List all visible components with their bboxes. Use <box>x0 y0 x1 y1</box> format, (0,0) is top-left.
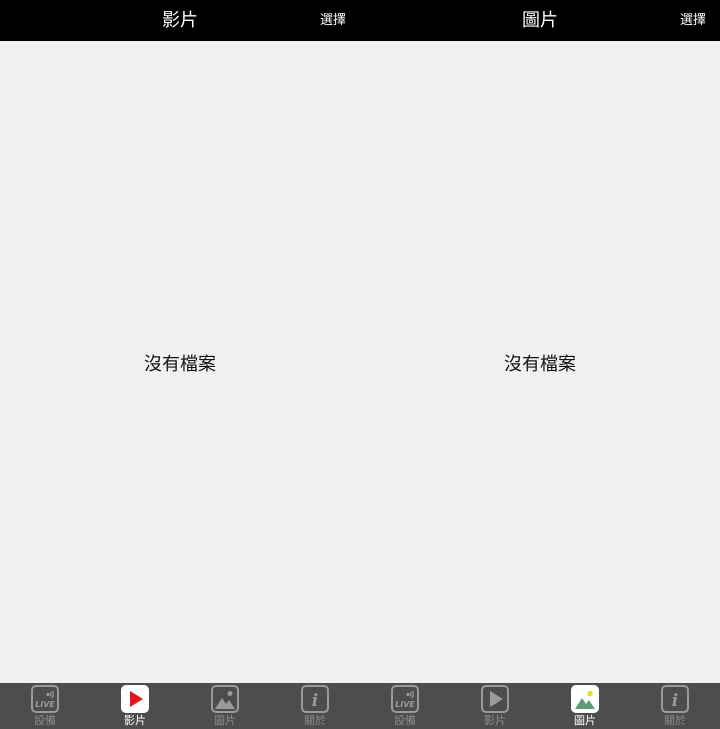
tab-label: 圖片 <box>574 714 596 727</box>
info-icon: i <box>661 685 689 713</box>
tab-devices[interactable]: LIVE 設備 <box>360 683 450 729</box>
pictures-screen: 圖片 選擇 沒有檔案 LIVE 設備 影片 圖片 i 關於 <box>360 0 720 729</box>
info-icon: i <box>301 685 329 713</box>
top-nav-bar: 圖片 選擇 <box>360 0 720 41</box>
tab-label: 關於 <box>664 714 686 727</box>
svg-text:i: i <box>312 691 318 711</box>
image-icon <box>211 685 239 713</box>
tab-label: 設備 <box>394 714 416 727</box>
page-title: 影片 <box>162 10 198 31</box>
select-button[interactable]: 選擇 <box>680 0 706 41</box>
bottom-tab-bar: LIVE 設備 影片 圖片 i 關於 <box>0 683 360 729</box>
page-title: 圖片 <box>522 10 558 31</box>
empty-state-text: 沒有檔案 <box>504 354 576 375</box>
play-icon <box>121 685 149 713</box>
tab-videos[interactable]: 影片 <box>90 683 180 729</box>
live-icon: LIVE <box>391 685 419 713</box>
videos-screen: 影片 選擇 沒有檔案 LIVE 設備 影片 圖片 i 關於 <box>0 0 360 729</box>
live-icon: LIVE <box>31 685 59 713</box>
svg-text:LIVE: LIVE <box>395 700 415 709</box>
tab-label: 影片 <box>484 714 506 727</box>
tab-videos[interactable]: 影片 <box>450 683 540 729</box>
tab-about[interactable]: i 關於 <box>630 683 720 729</box>
tab-label: 影片 <box>124 714 146 727</box>
tab-about[interactable]: i 關於 <box>270 683 360 729</box>
tab-label: 圖片 <box>214 714 236 727</box>
tab-pictures[interactable]: 圖片 <box>540 683 630 729</box>
tab-label: 關於 <box>304 714 326 727</box>
tab-label: 設備 <box>34 714 56 727</box>
image-icon <box>571 685 599 713</box>
svg-text:i: i <box>672 691 678 711</box>
tab-pictures[interactable]: 圖片 <box>180 683 270 729</box>
play-icon <box>481 685 509 713</box>
select-button[interactable]: 選擇 <box>320 0 346 41</box>
svg-text:LIVE: LIVE <box>35 700 55 709</box>
tab-devices[interactable]: LIVE 設備 <box>0 683 90 729</box>
empty-state-text: 沒有檔案 <box>144 354 216 375</box>
bottom-tab-bar: LIVE 設備 影片 圖片 i 關於 <box>360 683 720 729</box>
top-nav-bar: 影片 選擇 <box>0 0 360 41</box>
